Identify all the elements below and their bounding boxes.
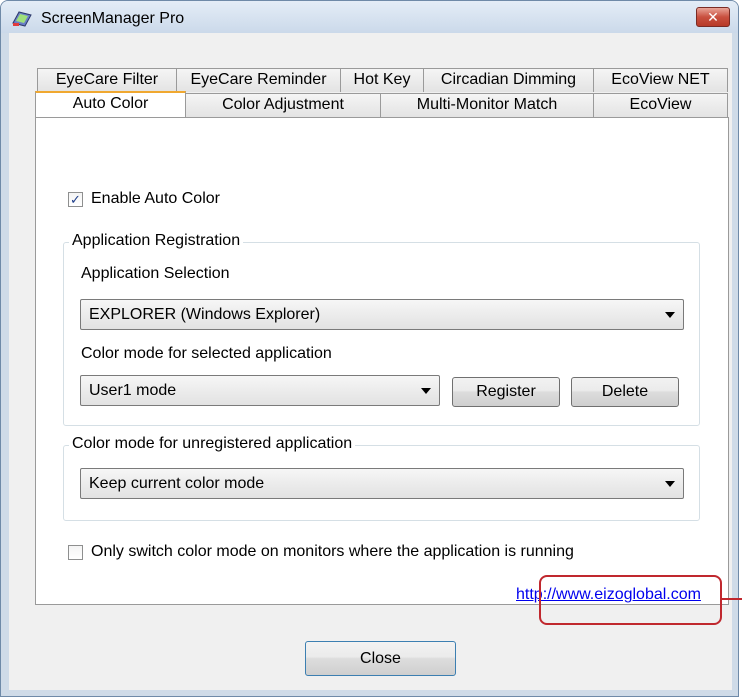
chevron-down-icon [665,481,675,487]
app-icon [12,11,32,27]
tab-ecoview-net[interactable]: EcoView NET [593,68,728,92]
only-switch-checkbox[interactable] [68,545,83,560]
application-selection-value: EXPLORER (Windows Explorer) [89,306,321,323]
title-bar[interactable]: ScreenManager Pro ✕ [1,1,738,33]
delete-button[interactable]: Delete [571,377,679,407]
enable-auto-color-checkbox[interactable]: ✓ [68,192,83,207]
application-selection-dropdown[interactable]: EXPLORER (Windows Explorer) [80,299,684,330]
unregistered-color-mode-value: Keep current color mode [89,475,265,492]
unregistered-application-title: Color mode for unregistered application [69,435,356,453]
tab-eyecare-filter[interactable]: EyeCare Filter [37,68,177,92]
callout-line [722,598,742,600]
enable-auto-color-label: Enable Auto Color [91,190,220,207]
application-selection-label: Application Selection [81,265,230,282]
tab-ecoview[interactable]: EcoView [593,93,728,117]
tab-hot-key[interactable]: Hot Key [340,68,424,92]
tab-eyecare-reminder[interactable]: EyeCare Reminder [176,68,341,92]
color-mode-selected-value: User1 mode [89,382,177,399]
window-title: ScreenManager Pro [41,10,185,27]
link-highlight-box [539,575,722,625]
color-mode-selected-label: Color mode for selected application [81,345,332,362]
chevron-down-icon [665,312,675,318]
auto-color-panel: ✓ Enable Auto Color Application Registra… [35,117,729,605]
unregistered-color-mode-dropdown[interactable]: Keep current color mode [80,468,684,499]
register-button[interactable]: Register [452,377,560,407]
tab-multi-monitor-match[interactable]: Multi-Monitor Match [380,93,594,117]
tab-circadian-dimming[interactable]: Circadian Dimming [423,68,594,92]
color-mode-selected-dropdown[interactable]: User1 mode [80,375,440,406]
tab-color-adjustment[interactable]: Color Adjustment [185,93,381,117]
chevron-down-icon [421,388,431,394]
close-button[interactable]: Close [305,641,456,676]
tab-auto-color[interactable]: Auto Color [35,91,186,117]
close-icon[interactable]: ✕ [696,7,730,27]
only-switch-label: Only switch color mode on monitors where… [91,543,574,560]
application-registration-title: Application Registration [69,232,244,250]
